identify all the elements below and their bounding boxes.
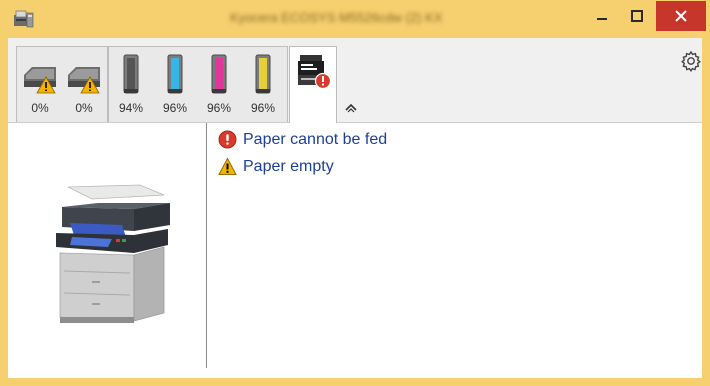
toner-level: 96%	[250, 101, 276, 115]
warning-icon	[218, 157, 237, 175]
paper-tray-1[interactable]: 0%	[18, 47, 62, 123]
toner-black[interactable]: 94%	[109, 47, 153, 123]
status-message-list: Paper cannot be fed Paper empty	[218, 126, 688, 180]
device-image-pane	[8, 123, 206, 378]
toner-level: 94%	[118, 101, 144, 115]
toner-cyan-icon	[167, 54, 183, 94]
toner-level: 96%	[162, 101, 188, 115]
device-status-tab[interactable]	[289, 46, 337, 123]
minimize-icon	[597, 18, 607, 20]
gear-icon[interactable]	[680, 50, 702, 72]
client-area: 0% 0% 94% 96% 96% 96% Paper cannot be fe…	[8, 38, 702, 378]
toner-yellow-icon	[255, 54, 271, 94]
window-title: Kyocera ECOSYS M5526cdw (2) KX	[230, 10, 443, 25]
paper-tray-2[interactable]: 0%	[62, 47, 106, 123]
toner-cyan[interactable]: 96%	[153, 47, 197, 123]
paper-tray-warning-icon	[24, 67, 56, 94]
status-message-warning: Paper empty	[218, 153, 688, 180]
collapse-up-icon[interactable]	[344, 102, 358, 114]
title-bar[interactable]: Kyocera ECOSYS M5526cdw (2) KX	[0, 0, 710, 38]
maximize-button[interactable]	[622, 1, 652, 31]
printer-status-window: Kyocera ECOSYS M5526cdw (2) KX 0% 0% 94%…	[0, 0, 710, 386]
toner-black-icon	[123, 54, 139, 94]
toner-level: 96%	[206, 101, 232, 115]
toner-magenta-icon	[211, 54, 227, 94]
paper-tray-warning-icon	[68, 67, 100, 94]
minimize-button[interactable]	[587, 1, 617, 31]
close-icon	[675, 10, 687, 22]
printer-error-icon	[298, 55, 332, 90]
error-icon	[218, 130, 237, 149]
toner-yellow[interactable]: 96%	[241, 47, 285, 123]
maximize-icon	[631, 10, 643, 22]
status-text: Paper cannot be fed	[243, 130, 388, 148]
multifunction-printer-image	[56, 184, 170, 323]
consumables-toolbar: 0% 0% 94% 96% 96% 96%	[8, 38, 702, 123]
printer-app-icon	[14, 10, 34, 28]
toner-magenta[interactable]: 96%	[197, 47, 241, 123]
tray-level: 0%	[31, 101, 49, 115]
paper-tray-group[interactable]: 0% 0%	[16, 46, 108, 122]
pane-divider[interactable]	[206, 123, 207, 368]
status-text: Paper empty	[243, 157, 334, 175]
toner-group[interactable]: 94% 96% 96% 96%	[108, 46, 288, 122]
close-button[interactable]	[656, 1, 706, 31]
tray-level: 0%	[75, 101, 93, 115]
status-message-error: Paper cannot be fed	[218, 126, 688, 153]
